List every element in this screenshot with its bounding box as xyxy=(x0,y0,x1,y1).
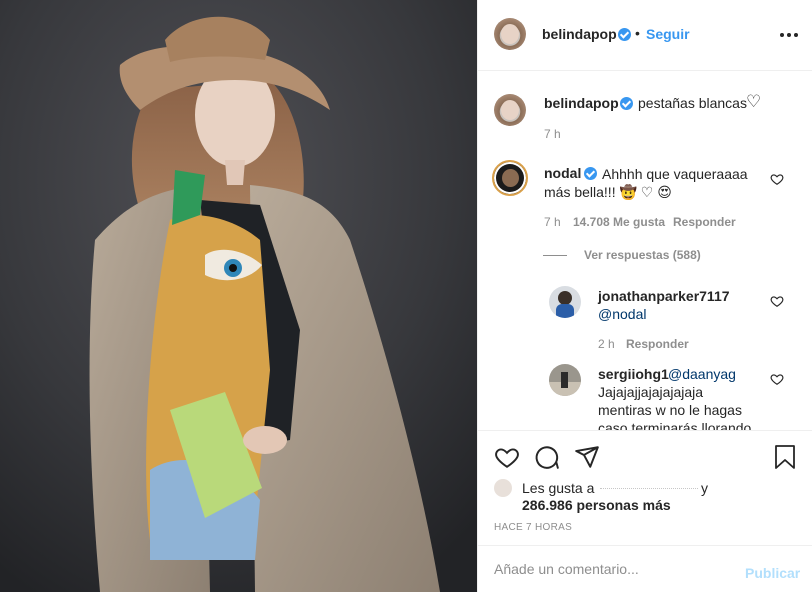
post-header: belindapop • Seguir xyxy=(478,0,812,71)
comment-username[interactable]: nodal xyxy=(544,165,581,181)
like-comment-heart-icon[interactable] xyxy=(770,172,784,186)
avatar[interactable] xyxy=(494,18,526,50)
reply-mention[interactable]: @daanyag xyxy=(668,365,736,383)
caption-text: pestañas blancas xyxy=(638,95,747,111)
caption-avatar[interactable] xyxy=(494,94,526,126)
view-replies-button[interactable]: Ver respuestas (588) xyxy=(584,248,701,262)
caption-username[interactable]: belindapop xyxy=(544,95,619,111)
reply-text: Jajajajjajajajajaja xyxy=(598,384,704,400)
comment-time[interactable]: 7 h xyxy=(544,215,561,229)
woman-photo-illustration xyxy=(0,0,477,592)
comment-text: Ahhhh que vaqueraaaa xyxy=(602,166,748,182)
like-reply-heart-icon[interactable] xyxy=(770,372,784,386)
share-icon[interactable] xyxy=(574,444,600,470)
reply-mention[interactable]: @nodal xyxy=(598,305,646,323)
liker-names-redacted xyxy=(600,487,698,489)
commenter-avatar[interactable] xyxy=(492,160,528,196)
comment-icon[interactable] xyxy=(534,444,560,470)
reply-text-line3: caso terminarás llorando xyxy=(598,420,752,430)
likes-count[interactable]: 286.986 personas más xyxy=(522,496,671,514)
follow-button[interactable]: Seguir xyxy=(646,26,690,42)
verified-badge-icon xyxy=(620,97,633,110)
publish-button[interactable]: Publicar xyxy=(745,565,800,581)
post-photo[interactable] xyxy=(0,0,477,592)
reply-button[interactable]: Responder xyxy=(626,337,689,351)
save-icon[interactable] xyxy=(773,444,797,470)
post-side-panel: belindapop • Seguir belindapop pestañas … xyxy=(477,0,812,592)
post-time-ago[interactable]: HACE 7 HORAS xyxy=(494,522,572,533)
verified-badge-icon xyxy=(584,167,597,180)
comment-input[interactable] xyxy=(494,558,734,580)
like-reply-heart-icon[interactable] xyxy=(770,294,784,308)
reply-avatar[interactable] xyxy=(549,286,581,318)
likes-prefix: Les gusta a xyxy=(522,480,595,496)
reply-username[interactable]: sergiiohg1 xyxy=(598,366,669,382)
replies-divider xyxy=(543,255,567,256)
reply-button[interactable]: Responder xyxy=(673,215,736,229)
reply-text-line2: mentiras w no le hagas xyxy=(598,402,742,418)
caption-time: 7 h xyxy=(544,127,561,141)
reply-username[interactable]: jonathanparker7117 xyxy=(598,288,730,304)
add-comment-bar: Publicar xyxy=(478,545,812,592)
verified-badge-icon xyxy=(618,28,631,41)
author-username[interactable]: belindapop xyxy=(542,26,617,42)
likes-suffix: y xyxy=(701,480,708,496)
separator-dot: • xyxy=(635,25,640,41)
comment-likes[interactable]: 14.708 Me gusta xyxy=(573,215,665,229)
caption-heart-icon: ♡ xyxy=(746,92,762,111)
reply-avatar[interactable] xyxy=(549,364,581,396)
more-options-icon[interactable] xyxy=(780,27,800,43)
likers-avatars[interactable] xyxy=(494,479,512,497)
post-actions: Les gusta a y 286.986 personas más HACE … xyxy=(478,430,812,545)
comments-section[interactable]: belindapop pestañas blancas ♡ 7 h nodal … xyxy=(478,72,812,430)
reply-time[interactable]: 2 h xyxy=(598,337,615,351)
comment-text-line2: más bella!!! 🤠 ♡ 😍 xyxy=(544,184,672,200)
heart-icon[interactable] xyxy=(494,444,520,470)
